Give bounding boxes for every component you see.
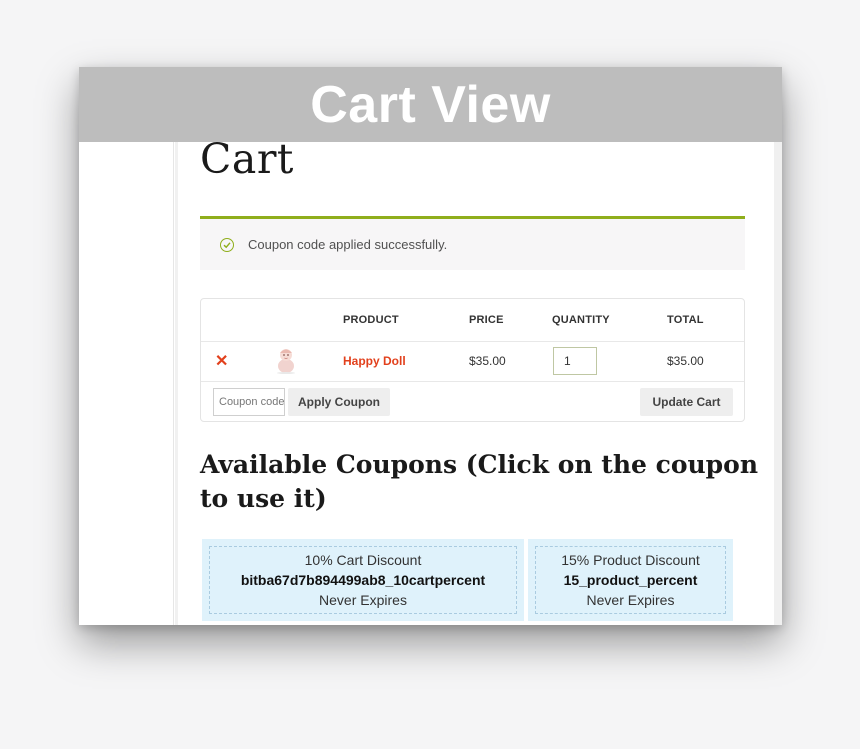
coupon-title: 15% Product Discount bbox=[561, 552, 700, 568]
coupon-code: 15_product_percent bbox=[563, 572, 698, 588]
coupon-card[interactable]: 15% Product Discount 15_product_percent … bbox=[528, 539, 733, 621]
banner-title: Cart View bbox=[310, 76, 551, 134]
available-coupons-heading: Available Coupons (Click on the coupon t… bbox=[200, 450, 759, 513]
coupon-expiry: Never Expires bbox=[586, 592, 675, 608]
coupon-card-body: 15% Product Discount 15_product_percent … bbox=[535, 546, 726, 614]
coupon-card-body: 10% Cart Discount bitba67d7b894499ab8_10… bbox=[209, 546, 517, 614]
coupon-code-input[interactable] bbox=[213, 388, 285, 416]
right-scrollbar[interactable] bbox=[774, 142, 782, 625]
header-quantity: QUANTITY bbox=[552, 314, 610, 326]
row-divider bbox=[201, 381, 744, 382]
quantity-input[interactable] bbox=[553, 347, 597, 375]
coupon-code: bitba67d7b894499ab8_10cartpercent bbox=[240, 572, 486, 588]
cart-view-banner: Cart View bbox=[79, 67, 782, 142]
apply-coupon-button[interactable]: Apply Coupon bbox=[288, 388, 390, 416]
product-price: $35.00 bbox=[469, 354, 506, 368]
notice-message: Coupon code applied successfully. bbox=[248, 237, 448, 252]
product-total: $35.00 bbox=[667, 354, 704, 368]
coupon-expiry: Never Expires bbox=[319, 592, 407, 608]
row-divider bbox=[201, 341, 744, 342]
success-notice: Coupon code applied successfully. bbox=[200, 216, 745, 270]
update-cart-button[interactable]: Update Cart bbox=[640, 388, 733, 416]
product-name-link[interactable]: Happy Doll bbox=[343, 354, 406, 368]
check-circle-icon bbox=[220, 237, 234, 252]
screenshot-frame: Cart View Cart Coupon code applied succe… bbox=[79, 67, 782, 625]
doll-icon[interactable] bbox=[271, 344, 301, 374]
header-total: TOTAL bbox=[667, 314, 704, 326]
remove-item-icon[interactable]: ✕ bbox=[215, 354, 228, 370]
header-product: PRODUCT bbox=[343, 314, 399, 326]
coupon-card[interactable]: 10% Cart Discount bitba67d7b894499ab8_10… bbox=[202, 539, 524, 621]
header-price: PRICE bbox=[469, 314, 504, 326]
coupon-title: 10% Cart Discount bbox=[304, 552, 422, 568]
page-title: Cart bbox=[200, 135, 294, 183]
cart-table: PRODUCT PRICE QUANTITY TOTAL ✕ Happy Dol… bbox=[200, 298, 745, 422]
left-sidebar bbox=[79, 142, 178, 625]
